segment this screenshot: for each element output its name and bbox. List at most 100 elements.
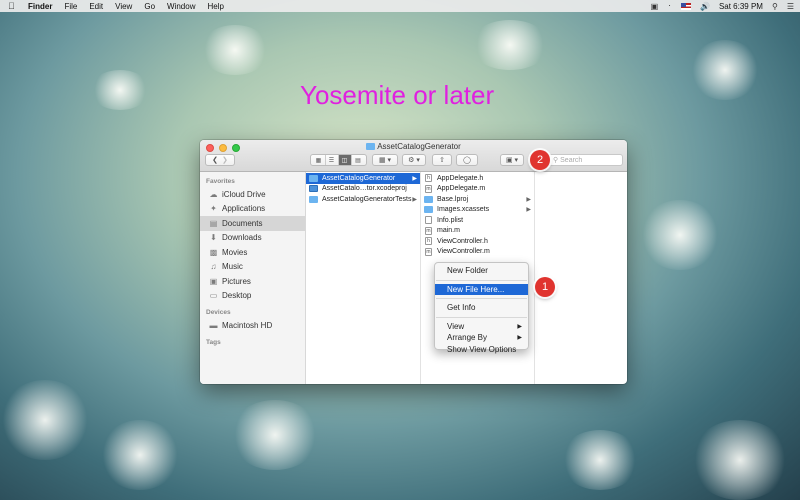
sidebar-item-pictures[interactable]: ▣ Pictures (200, 274, 305, 289)
downloads-icon: ⬇ (210, 233, 217, 243)
sidebar-item-music[interactable]: ♫ Music (200, 260, 305, 275)
background-decoration (90, 70, 150, 110)
view-mode-segmented[interactable]: ▦ ☰ ◫ ▤ (310, 154, 367, 166)
menu-window[interactable]: Window (167, 2, 195, 11)
sidebar-item-label: Music (222, 262, 243, 272)
item-label: Base.lproj (437, 195, 469, 203)
menu-app-finder[interactable]: Finder (28, 2, 52, 11)
menu-extras: ▣ ᛫ 🔊 Sat 6:39 PM ⚲ ☰ (651, 0, 794, 12)
background-decoration (230, 400, 320, 470)
action-button[interactable]: ⚙ ▾ (402, 154, 426, 166)
background-decoration (100, 420, 180, 490)
disclosure-arrow-icon: ▶ (412, 175, 417, 182)
folder-icon (424, 195, 433, 203)
list-item[interactable]: Base.lproj ▶ (421, 194, 534, 205)
item-label: main.m (437, 227, 460, 235)
annotation-badge-2: 2 (530, 150, 550, 170)
share-icon: ⇧ (439, 157, 445, 164)
sidebar-item-desktop[interactable]: ▭ Desktop (200, 289, 305, 304)
applications-icon: ✦ (210, 204, 217, 214)
disk-icon: ▬ (209, 320, 218, 330)
list-item[interactable]: h ViewController.h (421, 236, 534, 247)
tags-button[interactable]: ◯ (456, 154, 478, 166)
item-label: Info.plist (437, 216, 464, 224)
sidebar-item-applications[interactable]: ✦ Applications (200, 202, 305, 217)
sidebar-item-label: Applications (222, 204, 266, 214)
list-item[interactable]: Images.xcassets ▶ (421, 205, 534, 216)
search-icon: ⚲ (553, 157, 559, 164)
submenu-arrow-icon: ▶ (517, 335, 522, 342)
sidebar-item-movies[interactable]: ▩ Movies (200, 245, 305, 260)
bluetooth-icon[interactable]: ᛫ (667, 2, 672, 11)
menu-help[interactable]: Help (207, 2, 223, 11)
disclosure-arrow-icon: ▶ (526, 207, 531, 214)
back-icon[interactable]: ❮ (212, 156, 218, 164)
item-label: AssetCatalogGenerator (322, 174, 396, 182)
disclosure-arrow-icon: ▶ (412, 196, 417, 203)
menu-edit[interactable]: Edit (89, 2, 103, 11)
list-item[interactable]: m AppDelegate.m (421, 184, 534, 195)
menu-item-view[interactable]: View ▶ (435, 321, 528, 333)
list-item[interactable]: h AppDelegate.h (421, 173, 534, 184)
window-title-text: AssetCatalogGenerator (377, 142, 461, 151)
sidebar-item-documents[interactable]: ▤ Documents (200, 216, 305, 231)
menu-separator (436, 316, 527, 318)
sidebar-item-macintosh-hd[interactable]: ▬ Macintosh HD (200, 318, 305, 333)
folder-icon (366, 143, 376, 150)
cover-flow-icon[interactable]: ▤ (352, 155, 365, 165)
sidebar-item-label: iCloud Drive (222, 189, 266, 199)
arrange-button[interactable]: ▦ ▾ (372, 154, 398, 166)
sidebar-item-label: Macintosh HD (222, 320, 273, 330)
sidebar-item-downloads[interactable]: ⬇ Downloads (200, 231, 305, 246)
item-label: Images.xcassets (437, 206, 490, 214)
sidebar-heading-tags: Tags (206, 338, 221, 346)
document-icon: ▣ ▾ (505, 157, 519, 164)
column-view-icon[interactable]: ◫ (338, 155, 352, 165)
menu-item-arrange-by[interactable]: Arrange By ▶ (435, 332, 528, 344)
app-extra-icon[interactable]: ▣ (651, 2, 659, 11)
folder-icon (424, 206, 433, 214)
item-label: AppDelegate.m (437, 185, 486, 193)
list-item[interactable]: m ViewController.m (421, 247, 534, 258)
menu-item-new-file-here[interactable]: New File Here... (435, 283, 528, 295)
item-label: ViewController.h (437, 237, 488, 245)
sidebar-item-icloud-drive[interactable]: ☁ iCloud Drive (200, 187, 305, 202)
menu-go[interactable]: Go (144, 2, 155, 11)
plist-file-icon (425, 216, 432, 225)
search-placeholder: Search (560, 156, 583, 164)
list-item[interactable]: AssetCatalogGenerator ▶ (306, 173, 420, 184)
context-menu: New Folder New File Here... Get Info Vie… (434, 262, 529, 354)
list-item[interactable]: AssetCatalo…tor.xcodeproj (306, 184, 420, 195)
search-input[interactable]: ⚲ Search (548, 154, 623, 166)
icon-view-icon[interactable]: ▦ (313, 155, 326, 165)
sidebar-item-label: Movies (222, 247, 248, 257)
menu-item-new-folder[interactable]: New Folder (435, 265, 528, 277)
sidebar-heading-devices: Devices (206, 309, 231, 316)
source-file-icon: m (425, 226, 432, 235)
source-file-icon: m (425, 247, 432, 256)
desktop-icon: ▭ (209, 291, 218, 301)
list-item[interactable]: m main.m (421, 226, 534, 237)
sidebar: Favorites ☁ iCloud Drive ✦ Applications ▤ D… (200, 172, 306, 384)
list-item[interactable]: Info.plist (421, 215, 534, 226)
sidebar-item-label: Documents (222, 218, 263, 228)
forward-icon[interactable]: ❯ (222, 156, 228, 164)
list-view-icon[interactable]: ☰ (326, 155, 339, 165)
menu-view[interactable]: View (115, 2, 132, 11)
back-forward-buttons[interactable]: ❮ ❯ (205, 154, 235, 166)
list-item[interactable]: AssetCatalogGeneratorTests ▶ (306, 194, 420, 205)
sidebar-heading-favorites: Favorites (206, 178, 235, 185)
new-file-toolbar-button[interactable]: ▣ ▾ (500, 154, 524, 166)
submenu-arrow-icon: ▶ (517, 323, 522, 330)
clock[interactable]: Sat 6:39 PM (719, 2, 763, 11)
spotlight-icon[interactable]: ⚲ (772, 2, 778, 11)
menu-file[interactable]: File (64, 2, 77, 11)
menu-item-get-info[interactable]: Get Info (435, 302, 528, 314)
flag-icon[interactable] (680, 2, 691, 10)
share-button[interactable]: ⇧ (432, 154, 452, 166)
notification-icon[interactable]: ☰ (787, 2, 794, 11)
header-file-icon: h (425, 174, 432, 183)
apple-icon[interactable]:  (8, 1, 18, 11)
menu-item-show-view-options[interactable]: Show View Options (435, 344, 528, 356)
volume-icon[interactable]: 🔊 (700, 2, 710, 11)
